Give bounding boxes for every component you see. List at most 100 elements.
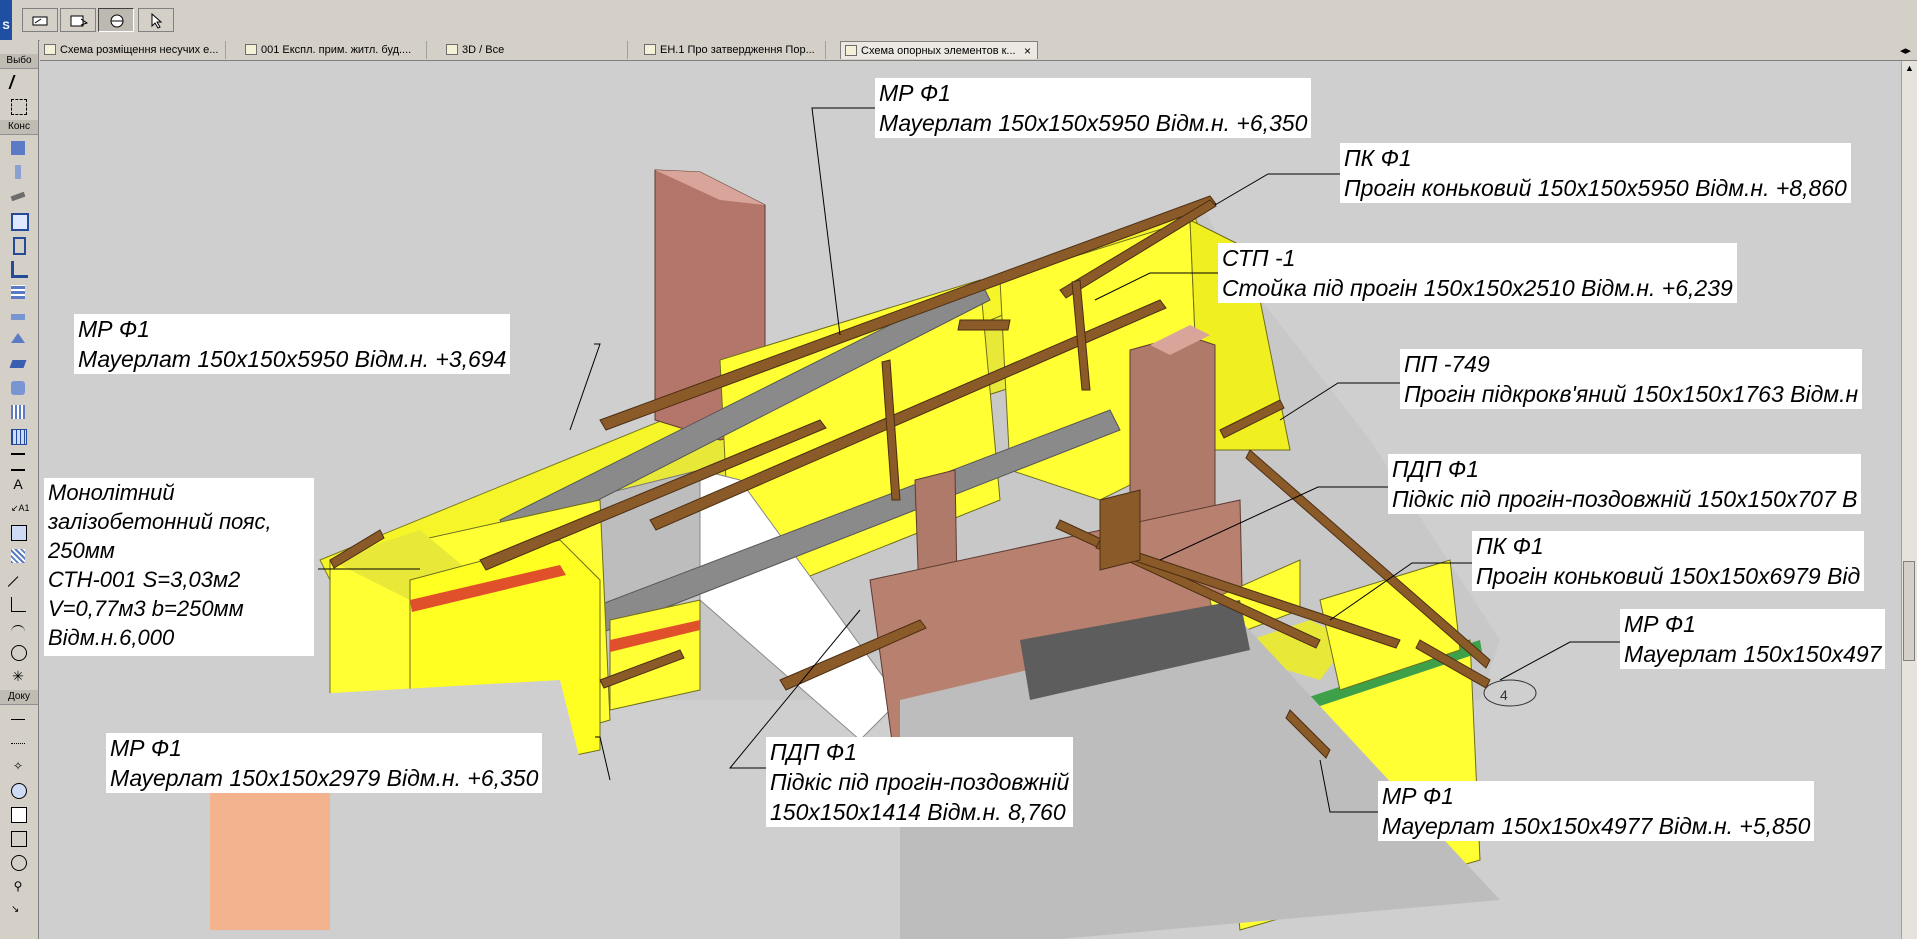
elevation-tool[interactable] [8, 804, 28, 824]
folder-icon [44, 44, 56, 55]
marquee-icon [11, 99, 27, 115]
scroll-up-icon[interactable]: ▲ [1905, 63, 1914, 73]
document-tabs: Схема розміщення несучих е... 001 Експл.… [40, 40, 1917, 61]
tab-scroll-arrows[interactable]: ◂▸ [1900, 44, 1911, 57]
label-desc: Мауерлат 150х150х5950 Відм.н. +6,350 [879, 110, 1308, 136]
label-icon: ↙A1 [11, 503, 30, 513]
cube-icon [446, 44, 458, 55]
toolbox-panel: Выбо Конс A ↙A1 ✳ Доку ✧ ⚲ ↘ [0, 40, 39, 939]
monolith-line: залізобетонний пояс, [48, 509, 272, 534]
label-code: ПДП Ф1 [1392, 456, 1479, 482]
arrow-icon [8, 75, 30, 89]
railing-icon [11, 453, 25, 471]
label-mr-4977[interactable]: МР Ф1 Мауерлат 150х150х4977 Відм.н. +5,8… [1378, 781, 1815, 841]
stair-tool[interactable] [8, 282, 28, 302]
circle-icon [11, 645, 27, 661]
circle-tool[interactable] [8, 642, 28, 662]
viewport-3d[interactable]: 4 МР Ф1 Мауерлат 150х150х5950 Відм.н. +6… [40, 61, 1902, 939]
dimension-tool[interactable] [8, 708, 28, 728]
beam-icon [10, 191, 26, 202]
scroll-thumb[interactable] [1903, 561, 1915, 661]
layout-icon [845, 45, 857, 56]
monolith-line: 250мм [48, 538, 115, 563]
section-marker-label: 4 [1500, 687, 1508, 703]
close-icon[interactable]: × [1024, 42, 1031, 59]
text-tool[interactable]: A [8, 474, 28, 494]
arrow-button[interactable] [138, 8, 174, 32]
beam-tool[interactable] [8, 186, 28, 206]
arrow-tool[interactable] [8, 72, 30, 92]
label-code: МР Ф1 [1382, 783, 1454, 809]
radial-dim-tool[interactable]: ✧ [8, 756, 28, 776]
level-icon [11, 735, 25, 744]
grid-icon [11, 429, 27, 445]
monolith-line: Відм.н.6,000 [48, 625, 175, 650]
label-code: ПДП Ф1 [770, 739, 857, 765]
shell-tool[interactable] [8, 354, 28, 374]
change-tool[interactable]: ⚲ [8, 876, 28, 896]
object-tool[interactable] [8, 258, 28, 278]
tab-layout-1[interactable]: Схема розміщення несучих е... [40, 41, 226, 59]
tab-active-layout[interactable]: Схема опорных элементов к... × [840, 41, 1038, 59]
wall-tool[interactable] [8, 138, 28, 158]
label-pdp-707[interactable]: ПДП Ф1 Підкіс під прогін-поздовжній 150х… [1388, 454, 1862, 514]
eyedropper-icon [32, 16, 48, 26]
label-pp[interactable]: ПП -749 Прогін підкрокв'яний 150х150х176… [1400, 349, 1863, 409]
section-tool[interactable] [8, 780, 28, 800]
shell-icon [9, 360, 27, 368]
label-mr-3694[interactable]: МР Ф1 Мауерлат 150х150х5950 Відм.н. +3,6… [74, 314, 511, 374]
slab-tool[interactable] [8, 306, 28, 326]
worksheet-tool[interactable] [8, 852, 28, 872]
tab-3d[interactable]: 3D / Все [442, 41, 628, 59]
level-dimension-tool[interactable] [8, 732, 28, 752]
detail-tool[interactable] [8, 828, 28, 848]
tab-layout-2[interactable]: ЕН.1 Про затвердження Пор... [640, 41, 826, 59]
window-tool[interactable] [8, 210, 29, 231]
roof-tool[interactable] [8, 330, 28, 350]
tab-label: 001 Експл. прим. житл. буд.... [261, 44, 412, 56]
label-desc-2: 150х150х1414 Відм.н. 8,760 [770, 799, 1066, 825]
spline-tool[interactable] [8, 618, 28, 638]
railing-tool[interactable] [8, 450, 28, 471]
drawing-tool[interactable]: ↘ [8, 900, 28, 920]
label-desc: Мауерлат 150х150х4977 Відм.н. +5,850 [1382, 813, 1811, 839]
label-pk-6979[interactable]: ПК Ф1 Прогін коньковий 150х150х6979 Від [1472, 531, 1865, 591]
mesh-tool[interactable] [8, 402, 28, 422]
vertical-scrollbar[interactable]: ▲ [1901, 61, 1917, 939]
pick-up-params-button[interactable] [22, 8, 58, 32]
label-mr-6350[interactable]: МР Ф1 Мауерлат 150х150х5950 Відм.н. +6,3… [875, 78, 1312, 138]
hotspot-tool[interactable]: ✳ [8, 666, 28, 686]
curtain-wall-tool[interactable] [8, 426, 28, 446]
pin-icon: ⚲ [13, 879, 23, 893]
label-code: СТП -1 [1222, 245, 1296, 271]
tab-schedule[interactable]: 001 Експл. прим. житл. буд.... [241, 41, 427, 59]
marquee-tool[interactable] [8, 96, 28, 116]
arrow-cursor-icon [151, 13, 163, 29]
section-icon [11, 783, 27, 799]
label-desc: Мауерлат 150х150х497 [1624, 641, 1882, 667]
text-icon: A [13, 476, 23, 492]
tab-label: ЕН.1 Про затвердження Пор... [660, 44, 815, 56]
label-desc: Мауерлат 150х150х5950 Відм.н. +3,694 [78, 346, 507, 372]
wall-icon [11, 141, 25, 155]
label-pdp-1414[interactable]: ПДП Ф1 Підкіс під прогін-поздовжній 150х… [766, 737, 1074, 827]
label-pk-8860[interactable]: ПК Ф1 Прогін коньковий 150х150х5950 Відм… [1340, 143, 1851, 203]
label-stp[interactable]: СТП -1 Стойка під прогін 150х150х2510 Ві… [1218, 243, 1737, 303]
label-desc: Прогін коньковий 150х150х5950 Відм.н. +8… [1344, 175, 1847, 201]
orbit-button[interactable] [98, 8, 134, 32]
label-tool[interactable]: ↙A1 [8, 498, 30, 518]
label-mr-2979[interactable]: МР Ф1 Мауерлат 150х150х2979 Відм.н. +6,3… [106, 733, 543, 793]
label-code: МР Ф1 [1624, 611, 1696, 637]
label-monolith-belt[interactable]: Монолітний залізобетонний пояс, 250мм СТ… [44, 478, 314, 656]
line-tool[interactable] [7, 570, 29, 597]
monolith-line: Монолітний [48, 480, 175, 505]
marquee-button[interactable] [60, 8, 96, 32]
label-mr-497[interactable]: МР Ф1 Мауерлат 150х150х497 [1620, 609, 1886, 669]
door-tool[interactable] [8, 234, 28, 255]
chair-icon [11, 261, 28, 278]
skylight-tool[interactable] [8, 378, 28, 398]
column-tool[interactable] [8, 162, 28, 182]
polyline-tool[interactable] [8, 594, 28, 614]
fill-tool[interactable] [8, 546, 28, 566]
zone-tool[interactable] [8, 522, 28, 542]
